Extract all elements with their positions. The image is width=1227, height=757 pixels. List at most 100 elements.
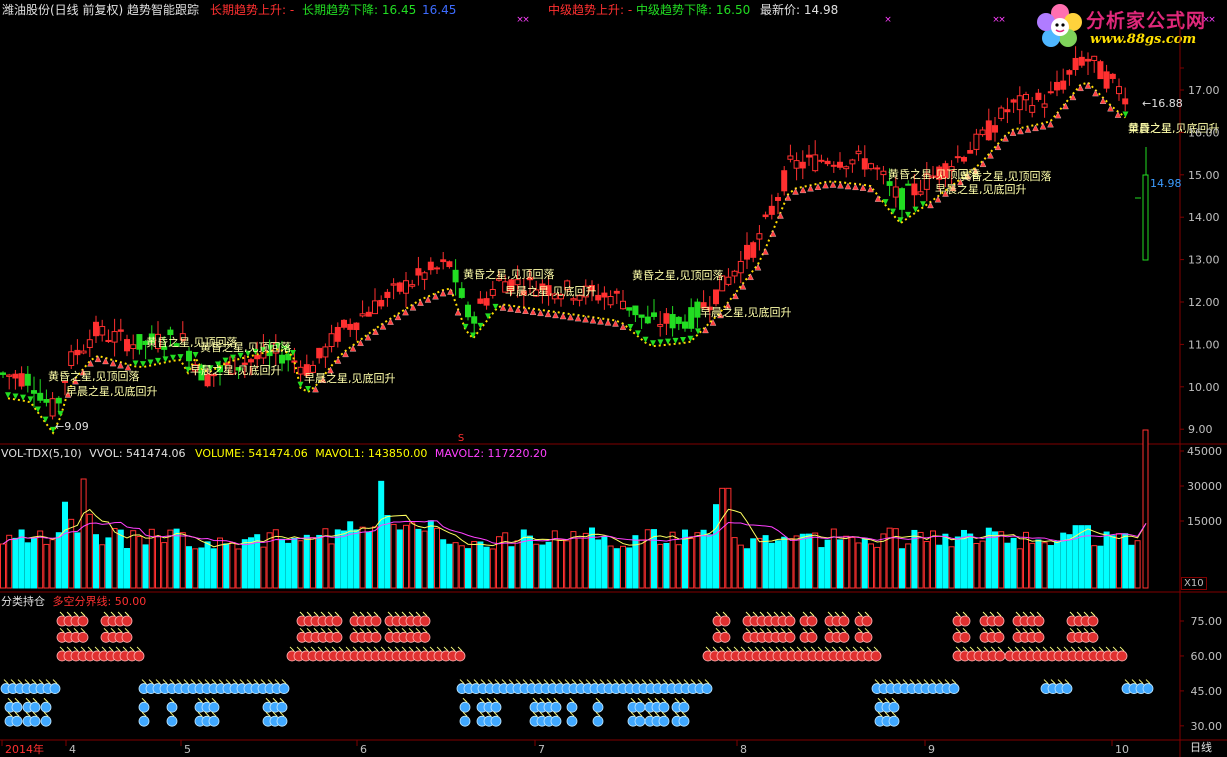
candle[interactable] — [998, 107, 1005, 119]
volume-bar[interactable] — [576, 537, 583, 589]
volume-bar[interactable] — [954, 536, 961, 589]
candle[interactable] — [812, 154, 819, 172]
candle[interactable] — [632, 305, 639, 316]
candle[interactable] — [384, 291, 391, 298]
volume-bar[interactable] — [948, 546, 955, 589]
volume-bar[interactable] — [223, 543, 230, 589]
candle[interactable] — [911, 183, 918, 196]
volume-bar[interactable] — [1029, 542, 1036, 589]
volume-bar[interactable] — [409, 522, 416, 589]
candle[interactable] — [1097, 61, 1104, 80]
candle[interactable] — [359, 313, 366, 317]
volume-bar[interactable] — [558, 539, 564, 589]
volume-bar[interactable] — [0, 543, 6, 589]
volume-bar[interactable] — [713, 504, 719, 589]
candle[interactable] — [18, 373, 25, 387]
volume-bar[interactable] — [806, 533, 812, 589]
candle[interactable] — [415, 268, 422, 276]
candle[interactable] — [713, 289, 719, 305]
volume-bar[interactable] — [204, 541, 211, 589]
candle[interactable] — [1066, 70, 1073, 75]
candle[interactable] — [1116, 86, 1122, 95]
candle[interactable] — [483, 298, 490, 306]
volume-bar[interactable] — [403, 524, 409, 589]
candle[interactable] — [1103, 71, 1110, 89]
volume-bar[interactable] — [694, 532, 701, 589]
volume-bar[interactable] — [756, 537, 763, 589]
volume-bar[interactable] — [750, 538, 757, 589]
volume-bar[interactable] — [105, 537, 112, 589]
volume-bar[interactable] — [812, 532, 819, 589]
candle[interactable] — [1041, 103, 1048, 108]
candle[interactable] — [892, 186, 899, 198]
volume-bar[interactable] — [489, 548, 496, 589]
volume-bar[interactable] — [1122, 533, 1129, 589]
volume-bar[interactable] — [626, 547, 633, 589]
volume-bar[interactable] — [291, 537, 298, 589]
volume-bar[interactable] — [93, 534, 99, 589]
candle[interactable] — [682, 321, 688, 329]
candle[interactable] — [68, 351, 75, 366]
volume-bar[interactable] — [198, 547, 205, 589]
volume-bar[interactable] — [452, 542, 459, 589]
volume-bar[interactable] — [285, 542, 292, 589]
volume-bar[interactable] — [818, 547, 825, 589]
candle[interactable] — [353, 322, 360, 331]
candle[interactable] — [477, 298, 484, 304]
candle[interactable] — [663, 313, 670, 324]
volume-bar[interactable] — [328, 543, 335, 589]
candle[interactable] — [620, 300, 626, 310]
position-panel[interactable] — [0, 611, 1154, 727]
volume-bar[interactable] — [372, 526, 378, 589]
candle[interactable] — [768, 205, 775, 215]
volume-bar[interactable] — [768, 542, 775, 589]
candle[interactable] — [737, 260, 744, 274]
volume-bar[interactable] — [477, 541, 484, 589]
volume-bar[interactable] — [359, 526, 366, 589]
volume-bar[interactable] — [837, 539, 843, 589]
candle[interactable] — [99, 326, 106, 336]
candle[interactable] — [818, 159, 825, 162]
candle[interactable] — [322, 346, 329, 358]
volume-bar[interactable] — [210, 548, 217, 589]
candle[interactable] — [1029, 105, 1036, 113]
candle[interactable] — [74, 349, 81, 356]
volume-bar[interactable] — [657, 543, 664, 589]
candle[interactable] — [979, 129, 986, 136]
volume-bar[interactable] — [601, 536, 608, 589]
volume-bar[interactable] — [706, 534, 713, 589]
volume-bar[interactable] — [570, 531, 577, 589]
candle[interactable] — [489, 288, 496, 296]
candle[interactable] — [1023, 93, 1029, 101]
volume-bar[interactable] — [322, 528, 329, 589]
volume-bar[interactable] — [607, 545, 614, 589]
volume-bar[interactable] — [762, 535, 769, 589]
candle[interactable] — [651, 312, 657, 317]
candle[interactable] — [1060, 80, 1067, 90]
volume-bar[interactable] — [638, 539, 645, 589]
volume-bar[interactable] — [86, 513, 93, 589]
candle[interactable] — [843, 166, 850, 170]
volume-bar[interactable] — [1004, 542, 1011, 589]
candle[interactable] — [396, 282, 403, 292]
candle[interactable] — [1047, 91, 1054, 94]
volume-bar[interactable] — [744, 548, 750, 589]
candle[interactable] — [861, 158, 868, 170]
candle[interactable] — [341, 319, 347, 328]
candle[interactable] — [167, 329, 174, 336]
volume-bar[interactable] — [1109, 535, 1116, 589]
candle[interactable] — [985, 120, 992, 141]
volume-bar[interactable] — [880, 533, 887, 589]
candle[interactable] — [756, 233, 763, 240]
volume-bar[interactable] — [297, 540, 304, 589]
volume-bar[interactable] — [886, 527, 893, 589]
volume-bar[interactable] — [37, 530, 44, 589]
volume-bar[interactable] — [142, 544, 149, 589]
candle[interactable] — [80, 350, 87, 354]
volume-bar[interactable] — [99, 544, 106, 589]
candle[interactable] — [1109, 73, 1116, 79]
candle[interactable] — [899, 188, 905, 210]
volume-bar[interactable] — [440, 539, 447, 589]
candle[interactable] — [570, 298, 577, 301]
volume-bar[interactable] — [334, 529, 341, 589]
